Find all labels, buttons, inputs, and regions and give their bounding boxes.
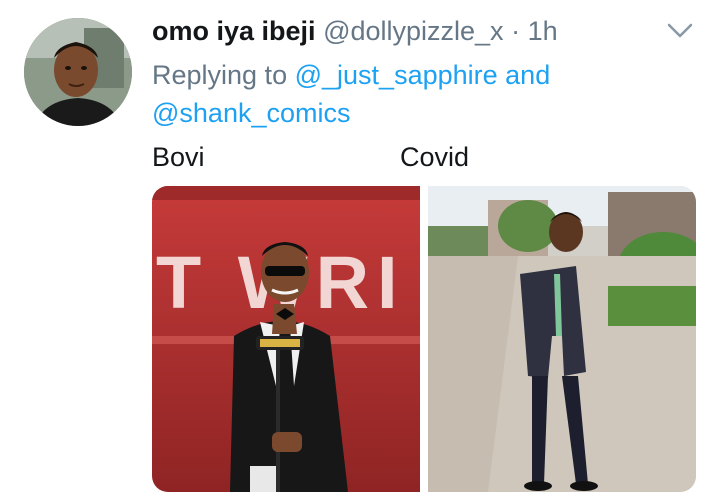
separator-dot: · xyxy=(511,16,521,46)
reply-user-link-1[interactable]: @_just_sapphire xyxy=(295,60,498,90)
tweet-text-bovi: Bovi xyxy=(152,142,205,172)
media-image-covid[interactable] xyxy=(428,186,696,492)
chevron-down-icon[interactable] xyxy=(664,18,696,44)
user-handle[interactable]: @dollypizzle_x xyxy=(323,16,503,46)
display-name[interactable]: omo iya ibeji xyxy=(152,16,316,46)
tweet-header: omo iya ibeji @dollypizzle_x · 1h xyxy=(152,14,558,48)
media-image-bovi[interactable]: T WRI xyxy=(152,186,420,492)
avatar[interactable] xyxy=(24,18,132,126)
tweet-text-covid: Covid xyxy=(400,142,470,172)
replying-prefix: Replying to xyxy=(152,60,288,90)
reply-user-link-2[interactable]: @shank_comics xyxy=(152,98,350,128)
replying-to: Replying to @_just_sapphire and @shank_c… xyxy=(152,56,622,132)
avatar-image xyxy=(24,18,132,126)
reply-and: and xyxy=(505,60,551,90)
timestamp[interactable]: 1h xyxy=(528,16,558,46)
